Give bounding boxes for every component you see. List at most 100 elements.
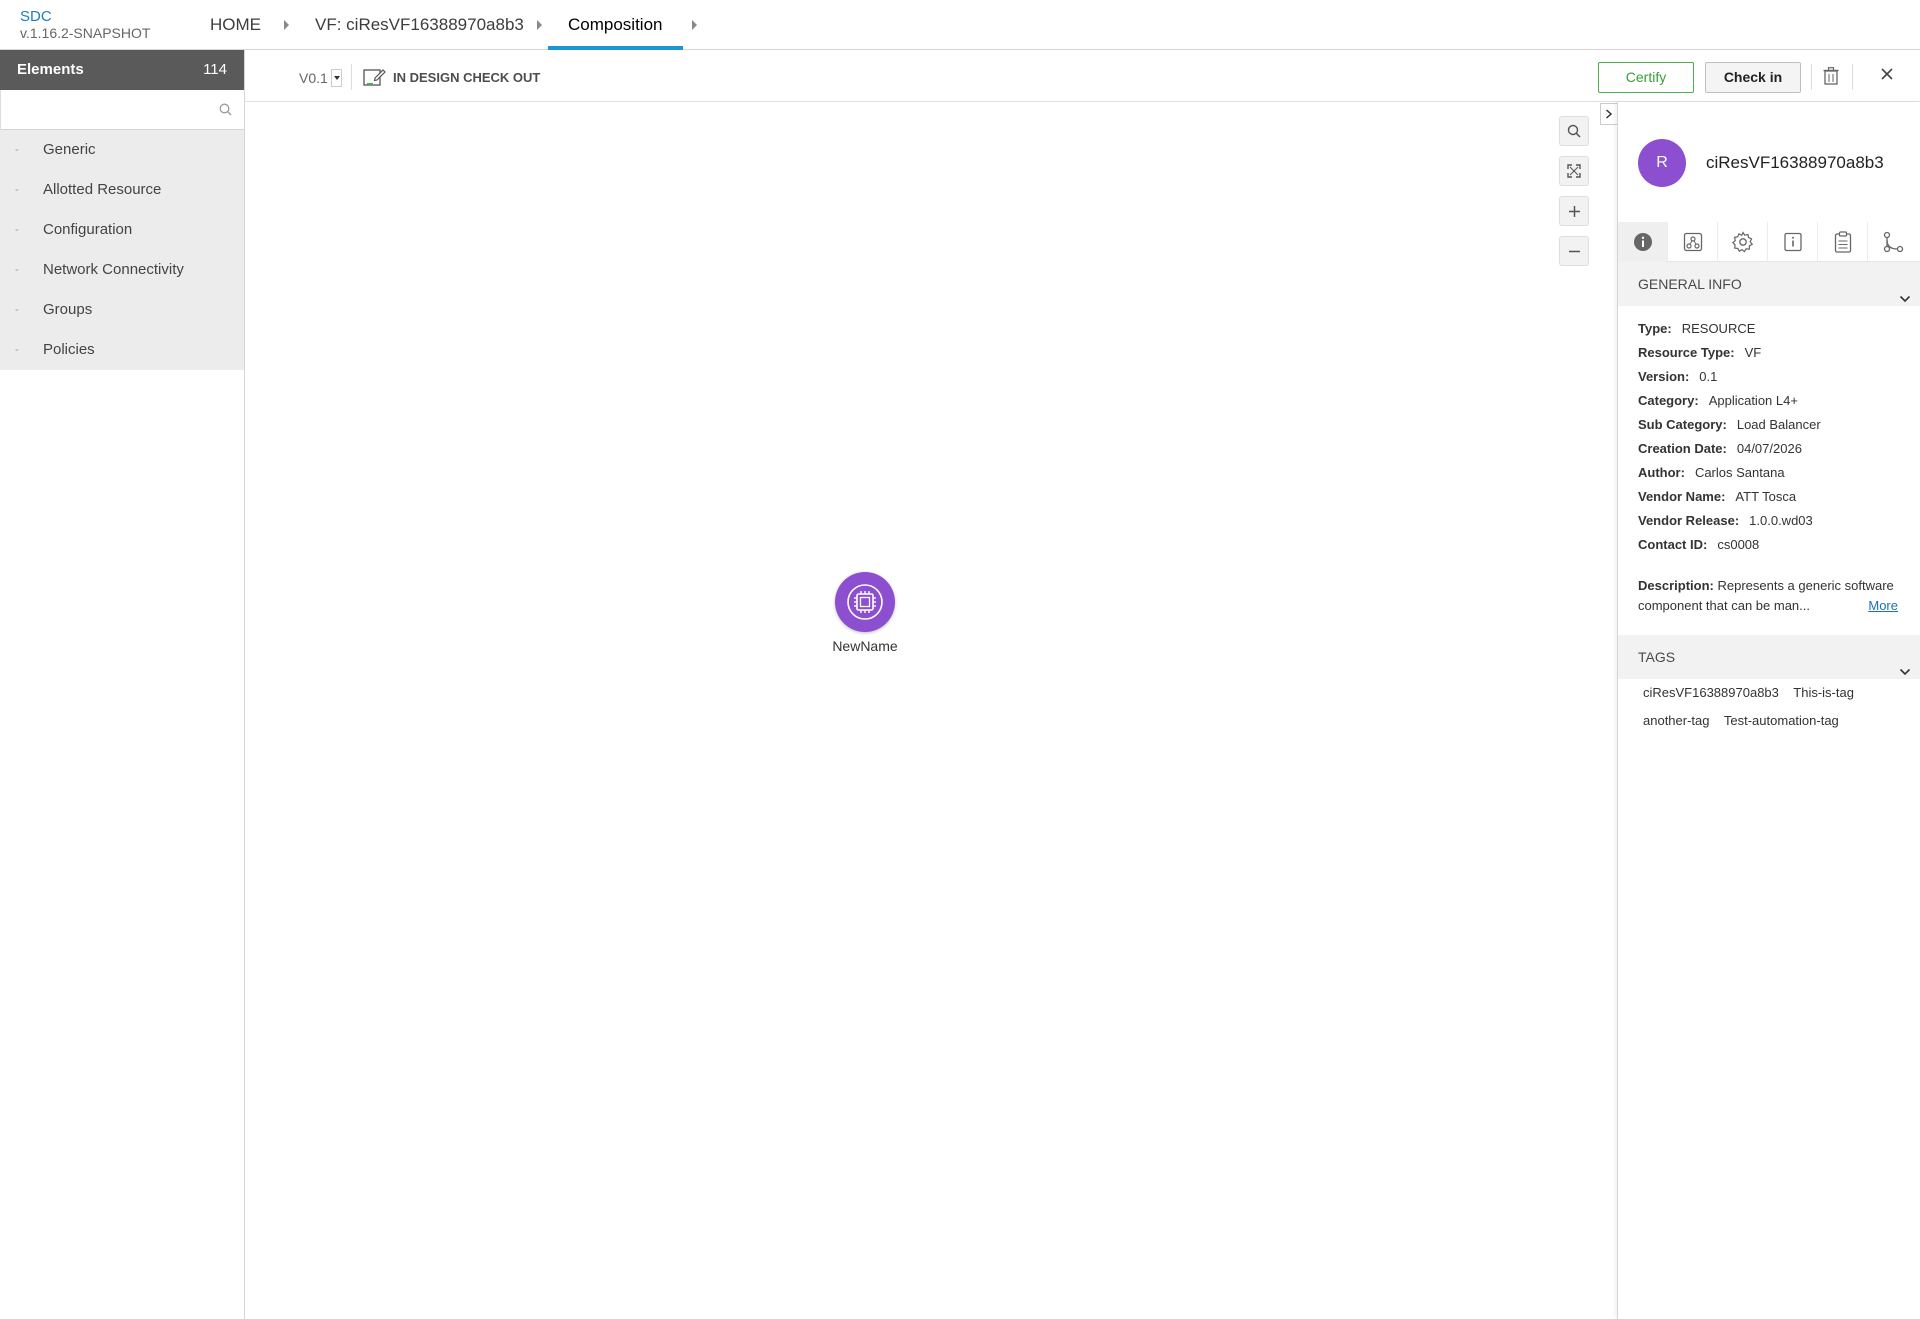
status-text: IN DESIGN CHECK OUT xyxy=(393,69,541,85)
category-network-connectivity[interactable]: - Network Connectivity xyxy=(0,250,244,290)
breadcrumb-composition[interactable]: Composition xyxy=(548,0,682,50)
trash-icon[interactable] xyxy=(1823,67,1839,90)
canvas-search-button[interactable] xyxy=(1559,116,1589,146)
tags-list: ciResVF16388970a8b3 This-is-tag another-… xyxy=(1643,679,1913,735)
palette-header: Elements 114 xyxy=(0,50,244,90)
elements-palette: Elements 114 - Generic - Allotted Resource… xyxy=(0,50,245,1319)
category-generic[interactable]: - Generic xyxy=(0,130,244,170)
info-row-sub-category: Sub Category: Load Balancer xyxy=(1638,413,1908,437)
panel-header: R ciResVF16388970a8b3 xyxy=(1618,102,1920,222)
node-circle[interactable] xyxy=(835,572,895,632)
info-value: VF xyxy=(1744,345,1762,360)
info-key: Sub Category: xyxy=(1638,417,1727,432)
category-configuration[interactable]: - Configuration xyxy=(0,210,244,250)
info-key: Type: xyxy=(1638,321,1672,336)
fit-screen-icon xyxy=(1567,164,1581,178)
component-node[interactable]: NewName xyxy=(790,572,940,654)
toolbar-divider xyxy=(1852,64,1853,90)
general-info-section-header[interactable]: GENERAL INFO xyxy=(1618,262,1920,306)
category-label: Policies xyxy=(43,341,95,358)
category-policies[interactable]: - Policies xyxy=(0,330,244,370)
collapse-icon: - xyxy=(15,224,19,236)
workspace-toolbar: V0.1 IN DESIGN CHECK OUT Certify Check i… xyxy=(245,50,1920,102)
tab-artifacts[interactable] xyxy=(1818,222,1868,262)
breadcrumb-home[interactable]: HOME xyxy=(210,0,261,50)
tag: Test-automation-tag xyxy=(1723,713,1839,728)
info-value: 04/07/2026 xyxy=(1736,441,1802,456)
tags-section-header[interactable]: TAGS xyxy=(1618,635,1920,679)
info-row-version: Version: 0.1 xyxy=(1638,365,1908,389)
info-key: Author: xyxy=(1638,465,1685,480)
composition-canvas[interactable]: NewName xyxy=(245,102,1617,1319)
info-key: Vendor Name: xyxy=(1638,489,1726,504)
check-in-button[interactable]: Check in xyxy=(1705,62,1801,93)
info-row-creation-date: Creation Date: 04/07/2026 xyxy=(1638,437,1908,461)
breadcrumb-caret-icon[interactable] xyxy=(692,20,697,30)
toolbar-divider xyxy=(1811,64,1812,90)
info-value: cs0008 xyxy=(1717,537,1760,552)
close-icon[interactable] xyxy=(1880,67,1894,86)
chip-icon xyxy=(847,584,883,620)
category-label: Configuration xyxy=(43,221,133,238)
tag-row: ciResVF16388970a8b3 This-is-tag xyxy=(1643,679,1913,707)
settings-icon xyxy=(1731,231,1753,253)
toolbar-divider xyxy=(351,64,352,90)
tab-relations[interactable] xyxy=(1868,222,1918,262)
category-groups[interactable]: - Groups xyxy=(0,290,244,330)
info-value: Application L4+ xyxy=(1708,393,1798,408)
info-key: Category: xyxy=(1638,393,1699,408)
collapse-icon: - xyxy=(15,144,19,156)
palette-search-input[interactable] xyxy=(1,90,244,129)
section-title: GENERAL INFO xyxy=(1638,276,1742,292)
zoom-in-button[interactable] xyxy=(1559,196,1589,226)
breadcrumb-caret-icon[interactable] xyxy=(284,20,289,30)
description-key: Description: xyxy=(1638,578,1714,593)
info-key: Resource Type: xyxy=(1638,345,1735,360)
info-value: Load Balancer xyxy=(1736,417,1821,432)
tab-general-info[interactable] xyxy=(1618,222,1668,262)
category-label: Generic xyxy=(43,141,96,158)
more-link[interactable]: More xyxy=(1868,596,1898,616)
collapse-icon: - xyxy=(15,184,19,196)
palette-search xyxy=(0,90,244,130)
collapse-icon: - xyxy=(15,304,19,316)
panel-collapse-button[interactable] xyxy=(1600,103,1617,125)
version-value: V0.1 xyxy=(299,70,328,86)
version-select[interactable]: V0.1 xyxy=(299,69,342,87)
collapse-icon: - xyxy=(15,344,19,356)
info-value: 0.1 xyxy=(1699,369,1718,384)
composition-icon xyxy=(1683,232,1702,252)
plus-icon xyxy=(1568,205,1580,217)
tab-properties[interactable] xyxy=(1768,222,1818,262)
zoom-fit-button[interactable] xyxy=(1559,156,1589,186)
category-list: - Generic - Allotted Resource - Configurati… xyxy=(0,130,244,370)
certify-button[interactable]: Certify xyxy=(1598,62,1694,93)
info-row-vendor-name: Vendor Name: ATT Tosca xyxy=(1638,485,1908,509)
info-row-type: Type: RESOURCE xyxy=(1638,317,1908,341)
breadcrumb-caret-icon[interactable] xyxy=(537,20,542,30)
app-logo[interactable]: SDC v.1.16.2-SNAPSHOT xyxy=(20,9,151,42)
breadcrumb-vf[interactable]: VF: ciResVF16388970a8b3 xyxy=(315,0,524,50)
general-info: Type: RESOURCE Resource Type: VF Version: 0… xyxy=(1638,317,1908,557)
info-key: Vendor Release: xyxy=(1638,513,1740,528)
app-version: v.1.16.2-SNAPSHOT xyxy=(20,25,151,41)
minus-icon xyxy=(1568,250,1580,252)
info-value: 1.0.0.wd03 xyxy=(1749,513,1813,528)
tag: another-tag xyxy=(1643,713,1710,728)
chevron-down-icon[interactable] xyxy=(1899,278,1911,322)
node-label: NewName xyxy=(832,638,898,654)
search-icon xyxy=(1567,124,1581,138)
category-allotted-resource[interactable]: - Allotted Resource xyxy=(0,170,244,210)
tab-settings[interactable] xyxy=(1718,222,1768,262)
avatar: R xyxy=(1638,139,1686,187)
panel-tabs xyxy=(1618,222,1920,262)
panel-title: ciResVF16388970a8b3 xyxy=(1706,153,1884,172)
zoom-out-button[interactable] xyxy=(1559,236,1589,266)
info-value: RESOURCE xyxy=(1681,321,1756,336)
tag: ciResVF16388970a8b3 xyxy=(1643,685,1779,700)
lifecycle-status: IN DESIGN CHECK OUT xyxy=(363,67,540,87)
tab-composition[interactable] xyxy=(1668,222,1718,262)
chevron-down-icon[interactable] xyxy=(330,69,342,87)
search-icon[interactable] xyxy=(219,103,232,121)
info-row-resource-type: Resource Type: VF xyxy=(1638,341,1908,365)
